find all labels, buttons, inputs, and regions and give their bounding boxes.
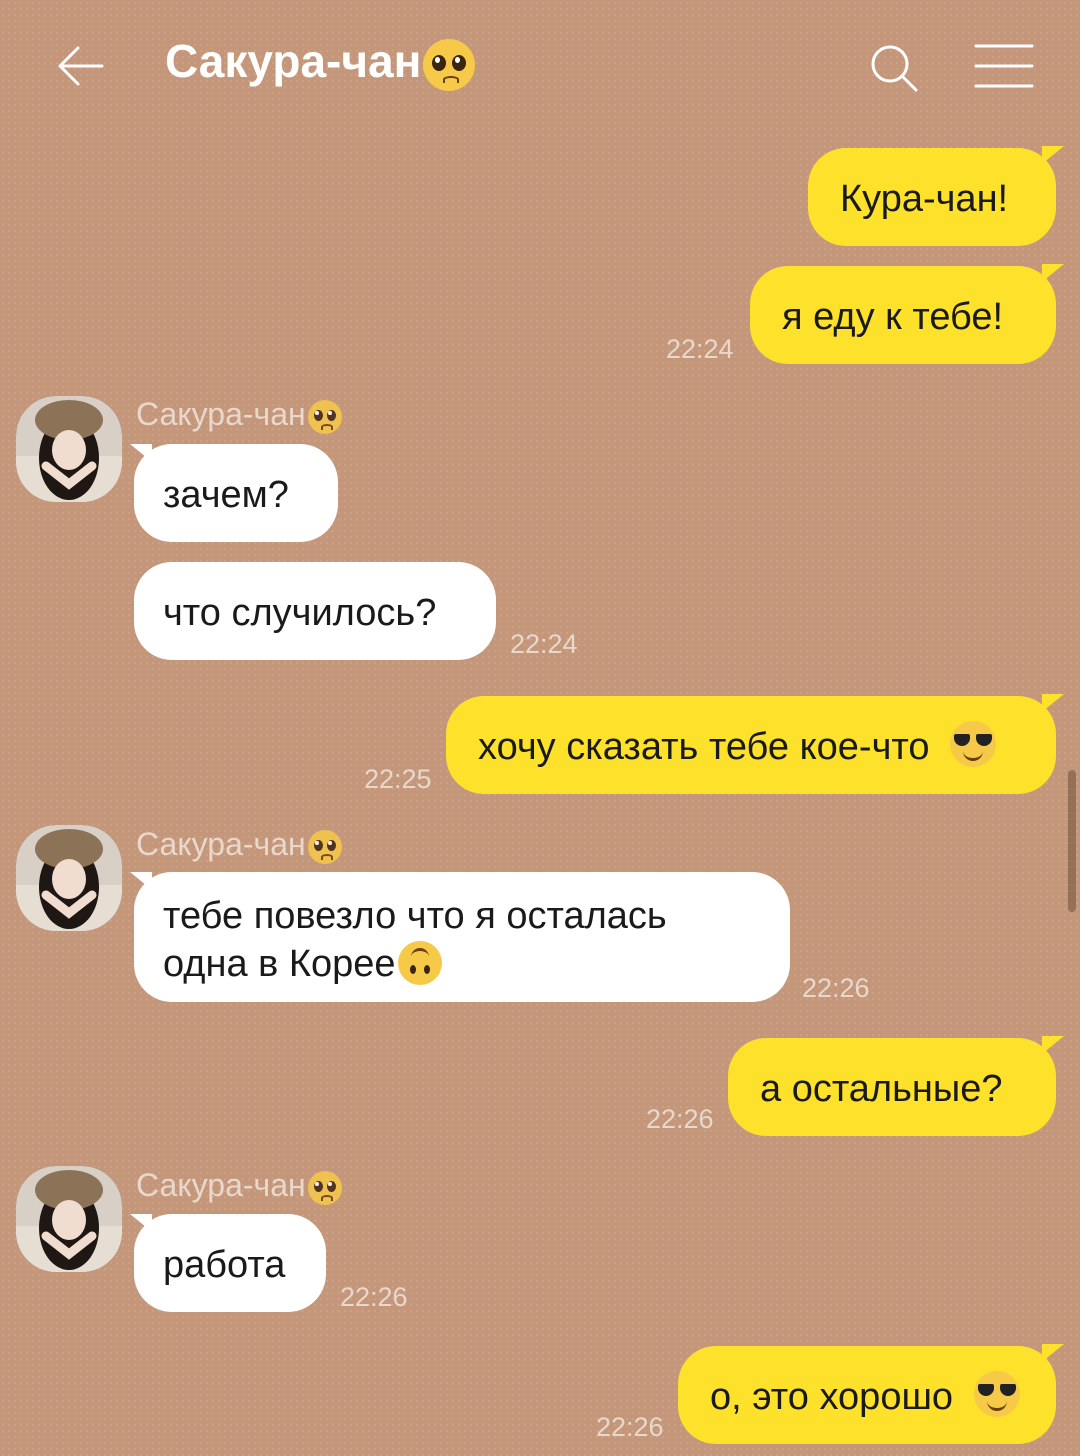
bubble-tail bbox=[1042, 1036, 1064, 1054]
search-icon[interactable] bbox=[866, 40, 922, 96]
avatar[interactable] bbox=[16, 1166, 122, 1272]
message-text: а остальные? bbox=[760, 1068, 1003, 1110]
avatar[interactable] bbox=[16, 825, 122, 931]
message-text: зачем? bbox=[163, 474, 289, 516]
message-text-line: одна в Корее bbox=[163, 940, 790, 988]
message-text: хочу сказать тебе кое-что bbox=[478, 726, 930, 768]
bubble-tail bbox=[1042, 264, 1064, 282]
scrollbar[interactable] bbox=[1068, 770, 1076, 912]
message-time: 22:26 bbox=[646, 1104, 714, 1134]
outgoing-message[interactable]: о, это хорошо bbox=[678, 1346, 1056, 1444]
bubble-tail bbox=[1042, 694, 1064, 712]
message-text-line: тебе повезло что я осталась bbox=[163, 895, 667, 937]
sender-name: Сакура-чан bbox=[136, 826, 342, 864]
bubble-tail bbox=[130, 1214, 152, 1232]
outgoing-message[interactable]: хочу сказать тебе кое-что bbox=[446, 696, 1056, 794]
message-time: 22:24 bbox=[510, 629, 578, 659]
pleading-face-emoji bbox=[423, 38, 476, 91]
incoming-message[interactable]: тебе повезло что я осталась одна в Корее bbox=[134, 872, 790, 1002]
message-text: что случилось? bbox=[163, 592, 437, 634]
outgoing-message[interactable]: я еду к тебе! bbox=[750, 266, 1056, 364]
message-time: 22:26 bbox=[596, 1412, 664, 1442]
arrow-left-icon[interactable] bbox=[52, 38, 108, 94]
outgoing-message[interactable]: а остальные? bbox=[728, 1038, 1056, 1136]
hamburger-menu-icon[interactable] bbox=[974, 40, 1034, 92]
sender-name: Сакура-чан bbox=[136, 396, 342, 434]
message-text: Кура-чан! bbox=[840, 178, 1009, 220]
incoming-message[interactable]: работа bbox=[134, 1214, 326, 1312]
pleading-face-emoji bbox=[307, 1170, 342, 1205]
message-time: 22:26 bbox=[802, 973, 870, 1003]
message-text: работа bbox=[163, 1244, 286, 1286]
bubble-tail bbox=[130, 444, 152, 462]
bubble-tail bbox=[130, 872, 152, 890]
message-text: я еду к тебе! bbox=[782, 296, 1004, 338]
avatar[interactable] bbox=[16, 396, 122, 502]
chat-title-text: Сакура-чан bbox=[165, 35, 422, 87]
bubble-tail bbox=[1042, 1344, 1064, 1362]
chat-title[interactable]: Сакура-чан bbox=[165, 34, 476, 91]
incoming-message[interactable]: зачем? bbox=[134, 444, 338, 542]
sunglasses-emoji bbox=[950, 720, 997, 767]
incoming-message[interactable]: что случилось? bbox=[134, 562, 496, 660]
message-time: 22:24 bbox=[666, 334, 734, 364]
chat-header: Сакура-чан bbox=[0, 0, 1080, 130]
pleading-face-emoji bbox=[307, 829, 342, 864]
bubble-tail bbox=[1042, 146, 1064, 164]
upside-down-face-emoji bbox=[397, 940, 442, 985]
outgoing-message[interactable]: Кура-чан! bbox=[808, 148, 1056, 246]
message-time: 22:25 bbox=[364, 764, 432, 794]
message-time: 22:26 bbox=[340, 1282, 408, 1312]
pleading-face-emoji bbox=[307, 399, 342, 434]
message-text: о, это хорошо bbox=[710, 1376, 954, 1418]
sunglasses-emoji bbox=[973, 1370, 1020, 1417]
sender-name: Сакура-чан bbox=[136, 1167, 342, 1205]
